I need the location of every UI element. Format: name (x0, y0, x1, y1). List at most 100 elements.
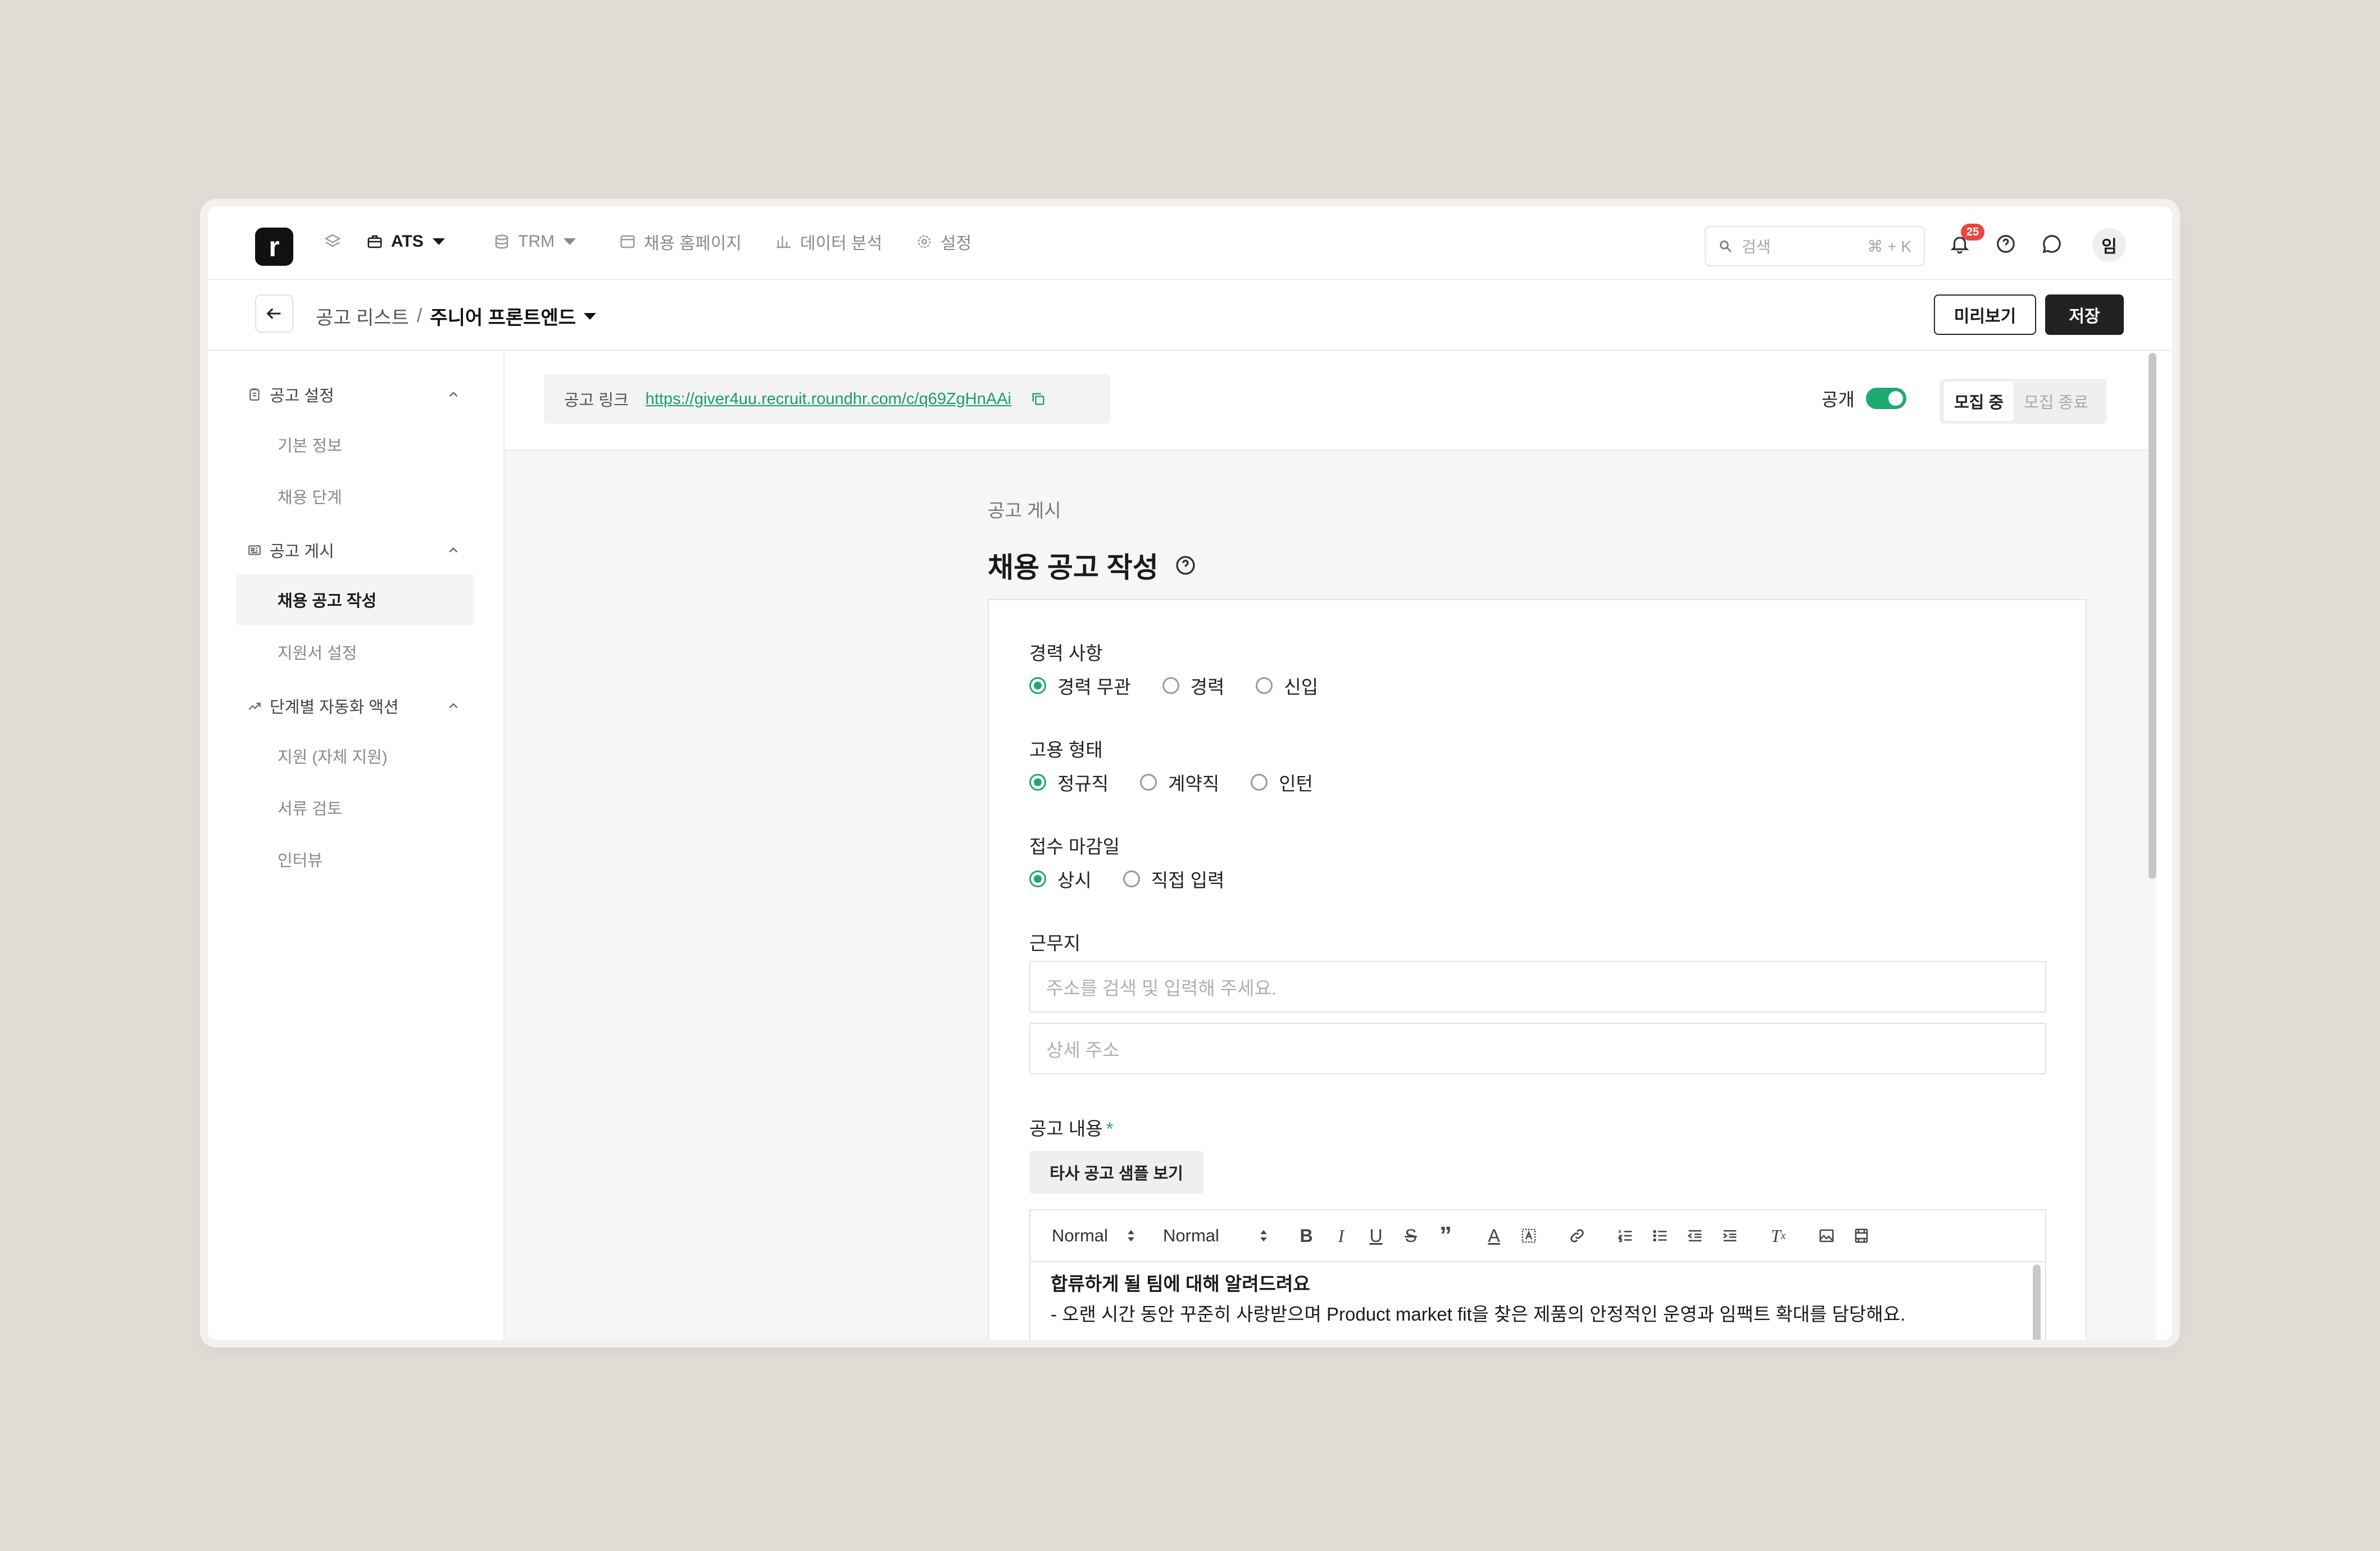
messages-button[interactable] (2040, 232, 2064, 256)
job-link-bar: 공고 링크 https://giver4uu.recruit.roundhr.c… (505, 351, 2156, 451)
sidebar-section-label: 공고 게시 (270, 543, 334, 561)
sidebar-section-automation[interactable]: 단계별 자동화 액션 (247, 689, 461, 723)
sidebar-item-write-posting[interactable]: 채용 공고 작성 (236, 574, 474, 625)
underline-icon[interactable]: U (1359, 1226, 1393, 1246)
size-select-value: Normal (1163, 1226, 1219, 1245)
help-button[interactable] (1993, 232, 2018, 256)
employment-contract-radio[interactable]: 계약직 (1140, 769, 1219, 796)
sidebar-item-interview[interactable]: 인터뷰 (236, 834, 474, 885)
sidebar-item-self-apply[interactable]: 지원 (자체 지원) (236, 731, 474, 781)
radio-label: 경력 무관 (1057, 677, 1131, 697)
address-detail-input[interactable]: 상세 주소 (1029, 1023, 2046, 1074)
sidebar-section-job-settings[interactable]: 공고 설정 (247, 378, 461, 411)
radio-dot (1251, 774, 1268, 791)
bold-icon[interactable]: B (1289, 1226, 1324, 1246)
nav-settings-label: 설정 (941, 234, 972, 253)
deadline-always-radio[interactable]: 상시 (1029, 865, 1092, 892)
page-header: 공고 리스트 / 주니어 프론트엔드 미리보기 저장 (208, 280, 2172, 351)
back-button[interactable] (255, 294, 293, 333)
ordered-list-icon[interactable] (1608, 1227, 1643, 1244)
rich-text-editor: Normal Normal B I U S ” A T x 합류하게 될 팀에 … (1029, 1209, 2046, 1340)
search-shortcut: ⌘ + K (1867, 237, 1911, 255)
sidebar-item-basic-info[interactable]: 기본 정보 (236, 419, 474, 470)
job-link-label: 공고 링크 (564, 392, 629, 410)
text-color-icon[interactable]: A (1477, 1226, 1511, 1246)
status-closed-option[interactable]: 모집 종료 (2014, 382, 2099, 421)
breadcrumb-current[interactable]: 주니어 프론트엔드 (430, 302, 576, 330)
indent-icon[interactable] (1713, 1227, 1747, 1244)
sidebar-item-document-review[interactable]: 서류 검토 (236, 782, 474, 833)
chevron-up-icon[interactable] (446, 699, 461, 713)
editor-scrollbar[interactable] (2033, 1264, 2041, 1340)
video-icon[interactable] (1844, 1227, 1879, 1244)
chevron-up-icon[interactable] (446, 387, 461, 402)
highlight-icon[interactable] (1511, 1227, 1546, 1244)
location-label: 근무지 (1029, 933, 1081, 954)
breadcrumb-parent[interactable]: 공고 리스트 (316, 302, 409, 330)
public-label: 공개 (1822, 389, 1855, 410)
editor-heading: 합류하게 될 팀에 대해 알려드려요 (1051, 1273, 1310, 1294)
career-any-radio[interactable]: 경력 무관 (1029, 672, 1131, 699)
nav-trm[interactable]: TRM (493, 230, 576, 253)
radio-label: 상시 (1057, 870, 1092, 891)
sidebar-section-label: 단계별 자동화 액션 (270, 699, 399, 716)
deadline-label: 접수 마감일 (1029, 836, 1120, 857)
main-scrollbar[interactable] (2149, 353, 2156, 879)
chevron-down-icon[interactable] (584, 312, 596, 320)
deadline-radio-group: 상시 직접 입력 (1029, 865, 1256, 892)
image-icon[interactable] (1809, 1227, 1844, 1244)
link-icon[interactable] (1560, 1227, 1595, 1244)
heading-select-value: Normal (1052, 1226, 1108, 1245)
employment-intern-radio[interactable]: 인턴 (1251, 769, 1313, 796)
arrow-left-icon (266, 308, 281, 319)
radio-dot (1029, 677, 1046, 694)
avatar[interactable]: 임 (2092, 228, 2126, 262)
page-title-text: 채용 공고 작성 (988, 552, 1159, 583)
chevron-down-icon (563, 238, 576, 245)
preview-button[interactable]: 미리보기 (1934, 294, 2036, 335)
nav-analytics[interactable]: 데이터 분석 (775, 230, 882, 253)
search-input[interactable]: 검색 ⌘ + K (1705, 226, 1925, 266)
nav-career-site[interactable]: 채용 홈페이지 (619, 230, 742, 253)
strikethrough-icon[interactable]: S (1393, 1226, 1428, 1246)
newspaper-icon (248, 545, 261, 555)
breadcrumb: 공고 리스트 / 주니어 프론트엔드 (316, 302, 596, 330)
address-input[interactable]: 주소를 검색 및 입력해 주세요. (1029, 961, 2046, 1013)
career-experienced-radio[interactable]: 경력 (1162, 672, 1224, 699)
sidebar-item-application-settings[interactable]: 지원서 설정 (236, 627, 474, 677)
outdent-icon[interactable] (1678, 1227, 1713, 1244)
public-toggle[interactable] (1865, 388, 1906, 409)
nav-settings[interactable]: 설정 (916, 230, 971, 253)
job-link-url[interactable]: https://giver4uu.recruit.roundhr.com/c/q… (646, 390, 1011, 409)
question-circle-icon[interactable] (1174, 554, 1197, 577)
clear-format-icon[interactable]: Tx (1761, 1226, 1796, 1246)
employment-fulltime-radio[interactable]: 정규직 (1029, 769, 1109, 796)
notification-button[interactable]: 25 (1947, 224, 1984, 256)
copy-icon[interactable] (1030, 391, 1046, 407)
nav-ats[interactable]: ATS (366, 230, 445, 253)
chevron-down-icon (432, 238, 445, 245)
toggle-knob (1888, 391, 1903, 406)
deadline-custom-radio[interactable]: 직접 입력 (1123, 865, 1224, 892)
status-open-option[interactable]: 모집 중 (1944, 382, 2014, 421)
app-logo[interactable]: r (255, 228, 293, 266)
heading-select[interactable]: Normal (1030, 1226, 1143, 1246)
quote-icon[interactable]: ” (1428, 1222, 1463, 1250)
sidebar-item-hiring-stages[interactable]: 채용 단계 (236, 471, 474, 521)
briefcase-icon (367, 235, 382, 248)
bullet-list-icon[interactable] (1643, 1227, 1678, 1244)
sidebar-section-label: 공고 설정 (270, 387, 334, 405)
save-button[interactable]: 저장 (2045, 294, 2124, 335)
page-title: 채용 공고 작성 (988, 545, 1197, 586)
view-sample-button[interactable]: 타사 공고 샘플 보기 (1029, 1151, 1203, 1194)
size-select[interactable]: Normal (1143, 1226, 1275, 1246)
italic-icon[interactable]: I (1324, 1226, 1359, 1246)
employment-radio-group: 정규직 계약직 인턴 (1029, 769, 1345, 796)
chevron-up-icon[interactable] (446, 543, 461, 557)
layers-icon[interactable] (324, 230, 349, 253)
clipboard-icon (249, 388, 260, 401)
sidebar-section-job-posting[interactable]: 공고 게시 (247, 533, 461, 567)
editor-content[interactable]: 합류하게 될 팀에 대해 알려드려요 - 오랜 시간 동안 꾸준히 사랑받으며 … (1051, 1269, 1905, 1330)
career-new-radio[interactable]: 신입 (1256, 672, 1318, 699)
radio-dot (1140, 774, 1157, 791)
